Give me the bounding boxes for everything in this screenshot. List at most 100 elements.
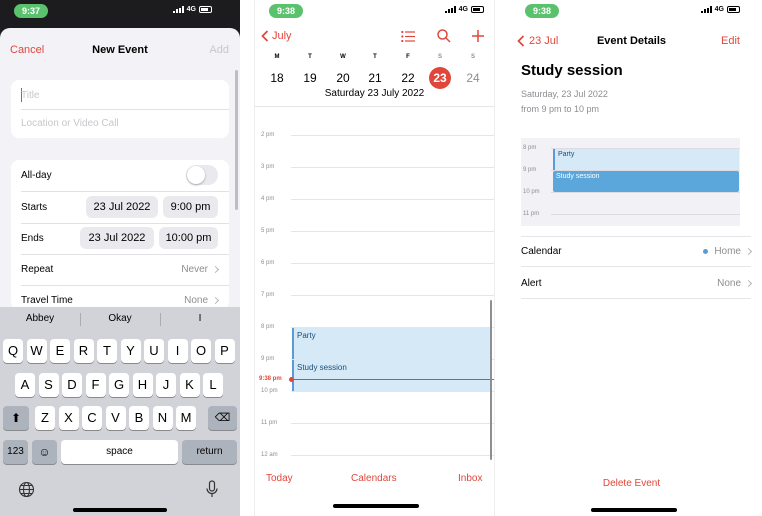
starts-label: Starts — [21, 202, 48, 213]
key-b[interactable]: B — [129, 406, 149, 430]
date-20[interactable]: 20 — [332, 67, 354, 89]
key-v[interactable]: V — [105, 406, 126, 430]
back-to-month-button[interactable]: July — [261, 30, 292, 42]
numbers-key[interactable]: 123 — [3, 440, 28, 464]
weekday-tue: T — [308, 54, 312, 60]
event-time: from 9 pm to 10 pm — [521, 104, 600, 114]
status-indicators: 4G — [444, 6, 484, 13]
inbox-button[interactable]: Inbox — [458, 473, 482, 484]
add-event-icon[interactable] — [471, 29, 485, 43]
microphone-icon[interactable] — [205, 480, 219, 499]
key-w[interactable]: W — [26, 339, 47, 363]
edit-button[interactable]: Edit — [721, 35, 740, 47]
alert-row[interactable]: Alert None — [521, 268, 753, 299]
return-key[interactable]: return — [182, 440, 237, 464]
add-button[interactable]: Add — [209, 44, 229, 56]
key-y[interactable]: Y — [120, 339, 141, 363]
date-18[interactable]: 18 — [266, 67, 288, 89]
key-s[interactable]: S — [38, 373, 59, 397]
all-day-row: All-day — [11, 160, 229, 191]
calendar-label: Calendar — [521, 246, 562, 257]
key-i[interactable]: I — [167, 339, 188, 363]
event-party[interactable]: Party — [292, 328, 492, 359]
delete-event-button[interactable]: Delete Event — [511, 478, 752, 489]
scrollbar[interactable] — [235, 70, 238, 210]
date-19[interactable]: 19 — [299, 67, 321, 89]
starts-row: Starts 23 Jul 2022 9:00 pm — [11, 192, 229, 223]
weekday-fri: F — [406, 54, 410, 60]
date-22[interactable]: 22 — [397, 67, 419, 89]
key-m[interactable]: M — [176, 406, 196, 430]
status-indicators: 4G — [172, 6, 212, 13]
weekday-sat: S — [437, 54, 442, 60]
key-z[interactable]: Z — [35, 406, 55, 430]
globe-icon[interactable] — [18, 481, 35, 498]
network-label: 4G — [714, 6, 724, 13]
battery-icon — [727, 6, 740, 13]
ends-date-button[interactable]: 23 Jul 2022 — [80, 227, 154, 249]
event-study-session[interactable]: Study session — [292, 360, 492, 391]
signal-icon — [700, 6, 712, 13]
title-input[interactable]: Title — [21, 90, 40, 101]
key-h[interactable]: H — [132, 373, 153, 397]
repeat-row[interactable]: Repeat Never — [11, 254, 229, 285]
status-time: 9:38 — [525, 4, 560, 18]
key-f[interactable]: F — [85, 373, 106, 397]
key-d[interactable]: D — [62, 373, 82, 397]
all-day-toggle[interactable] — [186, 165, 218, 185]
mini-event-study-session: Study session — [553, 171, 739, 192]
list-icon[interactable] — [401, 30, 415, 43]
hour-label: 8 pm — [523, 145, 537, 151]
mini-day-preview: 8 pm 9 pm 10 pm 11 pm Party Study sessio… — [521, 138, 740, 226]
ends-row: Ends 23 Jul 2022 10:00 pm — [11, 223, 229, 254]
hour-label: 2 pm — [261, 132, 275, 138]
date-time-card: All-day Starts 23 Jul 2022 9:00 pm Ends … — [11, 160, 229, 310]
key-k[interactable]: K — [179, 373, 200, 397]
hour-label: 10 pm — [523, 189, 540, 195]
key-e[interactable]: E — [50, 339, 70, 363]
suggestion-2[interactable]: Okay — [80, 313, 160, 324]
chevron-right-icon — [211, 296, 220, 305]
travel-time-value: None — [184, 295, 208, 306]
space-key[interactable]: space — [61, 440, 178, 464]
key-q[interactable]: Q — [3, 339, 23, 363]
suggestion-3[interactable]: I — [160, 313, 240, 324]
backspace-key[interactable]: ⌫ — [208, 406, 237, 430]
title-location-card: Title Location or Video Call — [11, 80, 229, 138]
signal-icon — [444, 6, 456, 13]
key-p[interactable]: P — [214, 339, 235, 363]
scrollbar[interactable] — [490, 300, 492, 460]
key-t[interactable]: T — [97, 339, 117, 363]
calendars-button[interactable]: Calendars — [351, 473, 397, 484]
key-x[interactable]: X — [58, 406, 79, 430]
key-n[interactable]: N — [152, 406, 173, 430]
key-o[interactable]: O — [191, 339, 211, 363]
starts-date-button[interactable]: 23 Jul 2022 — [86, 196, 158, 218]
ends-time-button[interactable]: 10:00 pm — [159, 227, 218, 249]
key-g[interactable]: G — [109, 373, 129, 397]
keyboard: Abbey Okay I Q W E R T Y U I O P A S D F… — [0, 307, 240, 516]
emoji-key[interactable]: ☺ — [32, 440, 57, 464]
key-c[interactable]: C — [82, 406, 102, 430]
hour-label: 7 pm — [261, 292, 275, 298]
key-u[interactable]: U — [144, 339, 164, 363]
home-indicator — [333, 504, 419, 508]
chevron-right-icon — [211, 265, 220, 274]
location-input[interactable]: Location or Video Call — [21, 118, 119, 129]
all-day-label: All-day — [21, 170, 52, 181]
today-button[interactable]: Today — [266, 473, 293, 484]
key-a[interactable]: A — [15, 373, 35, 397]
calendar-row[interactable]: Calendar Home — [521, 236, 753, 267]
search-icon[interactable] — [437, 29, 451, 43]
key-l[interactable]: L — [203, 373, 223, 397]
starts-time-button[interactable]: 9:00 pm — [163, 196, 218, 218]
key-j[interactable]: J — [156, 373, 176, 397]
hour-label: 5 pm — [261, 228, 275, 234]
key-r[interactable]: R — [73, 339, 94, 363]
date-21[interactable]: 21 — [364, 67, 386, 89]
date-24[interactable]: 24 — [462, 67, 484, 89]
shift-key[interactable]: ⬆︎ — [3, 406, 29, 430]
date-23-selected[interactable]: 23 — [429, 67, 451, 89]
suggestion-1[interactable]: Abbey — [0, 313, 80, 324]
sheet-title: New Event — [92, 44, 148, 56]
